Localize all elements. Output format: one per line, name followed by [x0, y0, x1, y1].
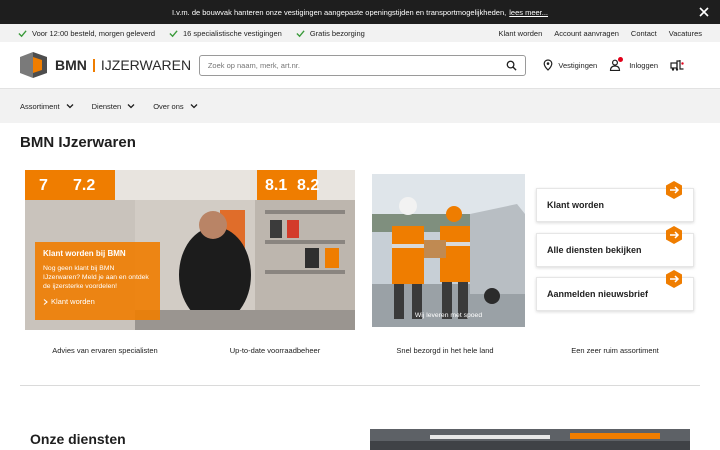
nav-item-over-ons[interactable]: Over ons — [153, 101, 198, 111]
user-icon-wrap — [609, 57, 624, 71]
feature-item: Een zeer ruim assortiment — [571, 346, 659, 355]
hero-card-link[interactable]: Klant worden — [43, 297, 152, 306]
arrow-right-icon[interactable] — [665, 226, 683, 244]
hero-card-text: Nog geen klant bij BMN IJzerwaren? Meld … — [43, 265, 149, 290]
usp-item: Gratis bezorging — [296, 29, 365, 38]
arrow-right-icon[interactable] — [665, 270, 683, 288]
check-icon — [18, 29, 27, 37]
delivery-image: Wij leveren met spoed — [372, 174, 525, 327]
nav-item-label: Diensten — [91, 101, 122, 111]
search-button[interactable] — [506, 60, 517, 71]
hero-overlay-card: Klant worden bij BMN Nog geen klant bij … — [35, 242, 160, 320]
top-link-contact[interactable]: Contact — [631, 29, 657, 38]
chevron-down-icon — [127, 104, 135, 109]
login-button[interactable]: Inloggen — [609, 57, 658, 71]
feature-item: Up-to-date voorraadbeheer — [229, 346, 321, 355]
usp-bar: Voor 12:00 besteld, morgen geleverd 16 s… — [0, 24, 720, 42]
nav-item-label: Assortiment — [20, 101, 60, 111]
delivery-photo — [372, 174, 525, 327]
sign-number: 8.1 — [265, 177, 287, 194]
usp-item-label: Gratis bezorging — [309, 28, 365, 38]
brand-logo[interactable]: BMN IJZERWAREN — [20, 52, 199, 78]
check-icon — [169, 29, 178, 37]
locations-label: Vestigingen — [558, 60, 598, 70]
features-row: Advies van ervaren specialisten Up-to-da… — [20, 346, 700, 355]
nav-item-diensten[interactable]: Diensten — [92, 102, 136, 111]
brand-divider — [92, 58, 95, 72]
locations-button[interactable]: Vestigingen — [542, 59, 597, 71]
arrow-right-icon[interactable] — [665, 181, 683, 199]
page-title: BMN IJzerwaren — [20, 134, 136, 151]
login-label: Inloggen — [629, 60, 658, 70]
chevron-down-icon — [66, 104, 74, 109]
feature-item: Snel bezorgd in het hele land — [396, 346, 494, 355]
cta-nieuwsbrief[interactable]: Aanmelden nieuwsbrief — [536, 270, 694, 311]
brand-name-rest: IJZERWAREN — [100, 57, 192, 73]
search-icon — [507, 60, 517, 71]
sign-number: 7 — [39, 177, 48, 194]
hero-banner: 7 7.2 8.1 8.2 Klant worden bij BMN Nog g… — [25, 170, 355, 330]
search-bar — [198, 54, 527, 76]
top-links: Klant worden Account aanvragen Contact V… — [487, 29, 703, 38]
search-input[interactable] — [207, 60, 507, 70]
announcement-text: I.v.m. de bouwvak hanteren onze vestigin… — [171, 7, 507, 17]
site-header: BMN IJZERWAREN Vestigingen Inloggen — [0, 42, 720, 88]
usp-item: 16 specialistische vestigingen — [169, 29, 282, 38]
check-icon — [296, 29, 305, 37]
top-link-vacatures[interactable]: Vacatures — [669, 29, 702, 38]
cta-alle-diensten[interactable]: Alle diensten bekijken — [536, 226, 694, 267]
cta-label: Klant worden — [547, 200, 605, 210]
nav-item-assortiment[interactable]: Assortiment — [20, 102, 74, 111]
section-divider — [20, 385, 700, 386]
usp-item: Voor 12:00 besteld, morgen geleverd — [18, 29, 155, 38]
hero-card-title: Klant worden bij BMN — [43, 249, 126, 258]
close-icon[interactable] — [698, 6, 710, 18]
main-navigation: Assortiment Diensten Over ons — [0, 88, 720, 123]
brand-name-bold: BMN — [55, 57, 87, 73]
chevron-right-icon — [43, 299, 48, 305]
chevron-down-icon — [190, 104, 198, 109]
top-link-account-aanvragen[interactable]: Account aanvragen — [554, 29, 619, 38]
forklift-icon — [670, 60, 684, 71]
announcement-bar: I.v.m. de bouwvak hanteren onze vestigin… — [0, 0, 720, 24]
cta-label: Alle diensten bekijken — [547, 245, 642, 255]
usp-item-label: 16 specialistische vestigingen — [183, 28, 282, 38]
hero-card-link-label: Klant worden — [51, 297, 95, 307]
delivery-caption: Wij leveren met spoed — [414, 312, 483, 319]
cta-klant-worden[interactable]: Klant worden — [536, 181, 694, 222]
usp-item-label: Voor 12:00 besteld, morgen geleverd — [32, 28, 155, 38]
logo-mark-icon — [20, 52, 47, 78]
diensten-image — [370, 429, 690, 450]
section-title-onze-diensten: Onze diensten — [30, 431, 126, 447]
delivery-button[interactable] — [670, 59, 688, 71]
location-pin-icon — [544, 59, 553, 71]
cta-label: Aanmelden nieuwsbrief — [547, 289, 649, 299]
feature-item: Advies van ervaren specialisten — [52, 346, 158, 355]
notification-dot — [618, 57, 624, 62]
announcement-read-more-link[interactable]: lees meer... — [509, 8, 548, 17]
header-actions: Vestigingen Inloggen — [542, 57, 700, 71]
top-link-klant-worden[interactable]: Klant worden — [499, 29, 543, 38]
nav-item-label: Over ons — [153, 101, 184, 111]
sign-number: 7.2 — [73, 177, 95, 194]
sign-number: 8.2 — [297, 177, 319, 194]
